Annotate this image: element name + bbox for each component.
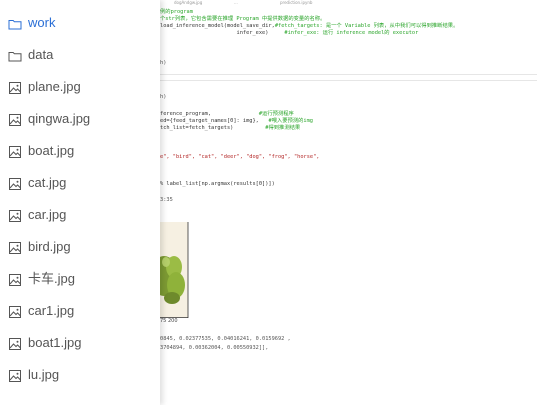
open-tabs-strip: dogAndgw.jpg ... prediction.ipynb [160,0,537,8]
label-list-line[interactable]: e", "bird", "cat", "deer", "dog", "frog"… [160,154,319,161]
file-item-lu-jpg[interactable]: lu.jpg [0,359,160,391]
file-item-label: work [28,15,56,30]
code-line: tch_list=fetch_targets) #得到推测结果 [160,125,313,132]
image-file-icon [8,208,22,222]
code-cell-infer[interactable]: ference_program, #运行预测程序 ed={feed_target_… [160,111,313,132]
file-item-car-jpg[interactable]: car.jpg [0,199,160,231]
file-item-qingwa-jpg[interactable]: qingwa.jpg [0,103,160,135]
file-item-bird-jpg[interactable]: bird.jpg [0,231,160,263]
image-file-icon [8,368,22,382]
code-comment: #infer_exe: 运行 inference model的 executor [284,30,419,36]
image-file-icon [8,144,22,158]
result-line: 3704894, 0.00362004, 0.00550932]], [160,345,269,351]
code-line: load_inference_model(model_save_dir,#fet… [160,23,458,30]
tab-label[interactable]: dogAndgw.jpg [174,0,202,6]
code-text: ference_program, [160,111,259,117]
timestamp: 3:35 [160,197,173,203]
cell-divider [160,80,537,81]
folder-icon [8,16,22,30]
file-browser-sidebar: work data plane.jpg qingwa.jpg boat.jpg cat.j… [0,0,160,405]
code-line: 例的program [160,9,458,16]
cell-output: h) [160,60,167,66]
code-text: tch_list=fetch_targets) [160,125,266,131]
image-file-icon [8,336,22,350]
code-comment: 例的program [160,9,193,15]
file-item-label: car.jpg [28,207,67,222]
file-item--jpg[interactable]: 卡车.jpg [0,263,160,295]
cell-divider [160,74,537,75]
result-line: 0845, 0.02377535, 0.04016241, 0.0159692 … [160,336,291,342]
label-list-text: e", "bird", "cat", "deer", "dog", "frog"… [160,154,320,160]
code-cell-load-model[interactable]: 例的program 个str列表，它包含需要在推理 Program 中提供数据的变… [160,9,458,37]
file-item-label: cat.jpg [28,175,67,190]
file-item-plane-jpg[interactable]: plane.jpg [0,71,160,103]
image-file-icon [8,112,22,126]
code-comment: #运行预测程序 [258,111,294,117]
image-file-icon [8,272,22,286]
image-file-icon [8,304,22,318]
code-comment: 个str列表，它包含需要在推理 Program 中提供数据的变量的名称。 [160,16,326,22]
code-comment: #喂入要预测的img [268,118,313,124]
code-comment: #得到推测结果 [265,125,301,131]
code-line: 个str列表，它包含需要在推理 Program 中提供数据的变量的名称。 [160,16,458,23]
file-item-label: boat1.jpg [28,335,82,350]
code-line: ference_program, #运行预测程序 [160,111,313,118]
file-item-label: lu.jpg [28,367,60,382]
code-line: ed={feed_target_names[0]: img}, #喂入要预测的i… [160,118,313,125]
image-file-icon [8,240,22,254]
code-line: infer_exe) #infer_exe: 运行 inference mode… [160,30,458,37]
file-item-boat-jpg[interactable]: boat.jpg [0,135,160,167]
plot-axis-ticks: 75 200 [160,318,178,324]
file-item-label: qingwa.jpg [28,111,91,126]
code-text: ed={feed_target_names[0]: img}, [160,118,269,124]
code-comment: #fetch_targets: 是一个 Variable 列表，从中我们可以得到… [274,23,459,29]
file-item-boat1-jpg[interactable]: boat1.jpg [0,327,160,359]
image-file-icon [8,80,22,94]
code-text: infer_exe) [160,30,285,36]
tab-label[interactable]: ... [234,0,238,6]
prediction-image [160,222,190,318]
cell-output: h) [160,94,167,100]
file-item-label: plane.jpg [28,79,81,94]
image-file-icon [8,176,22,190]
file-item-cat-jpg[interactable]: cat.jpg [0,167,160,199]
tab-label[interactable]: prediction.ipynb [280,0,312,6]
file-item-label: boat.jpg [28,143,75,158]
folder-icon [8,48,22,62]
frog-image [160,222,190,318]
file-item-data[interactable]: data [0,39,160,71]
code-text: load_inference_model(model_save_dir, [160,23,275,29]
print-line[interactable]: % label_list[np.argmax(results[0])]) [160,181,275,188]
file-item-label: bird.jpg [28,239,71,254]
file-item-work[interactable]: work [0,7,160,39]
file-item-label: car1.jpg [28,303,75,318]
file-item-car1-jpg[interactable]: car1.jpg [0,295,160,327]
file-item-label: 卡车.jpg [28,271,75,286]
file-item-label: data [28,47,54,62]
